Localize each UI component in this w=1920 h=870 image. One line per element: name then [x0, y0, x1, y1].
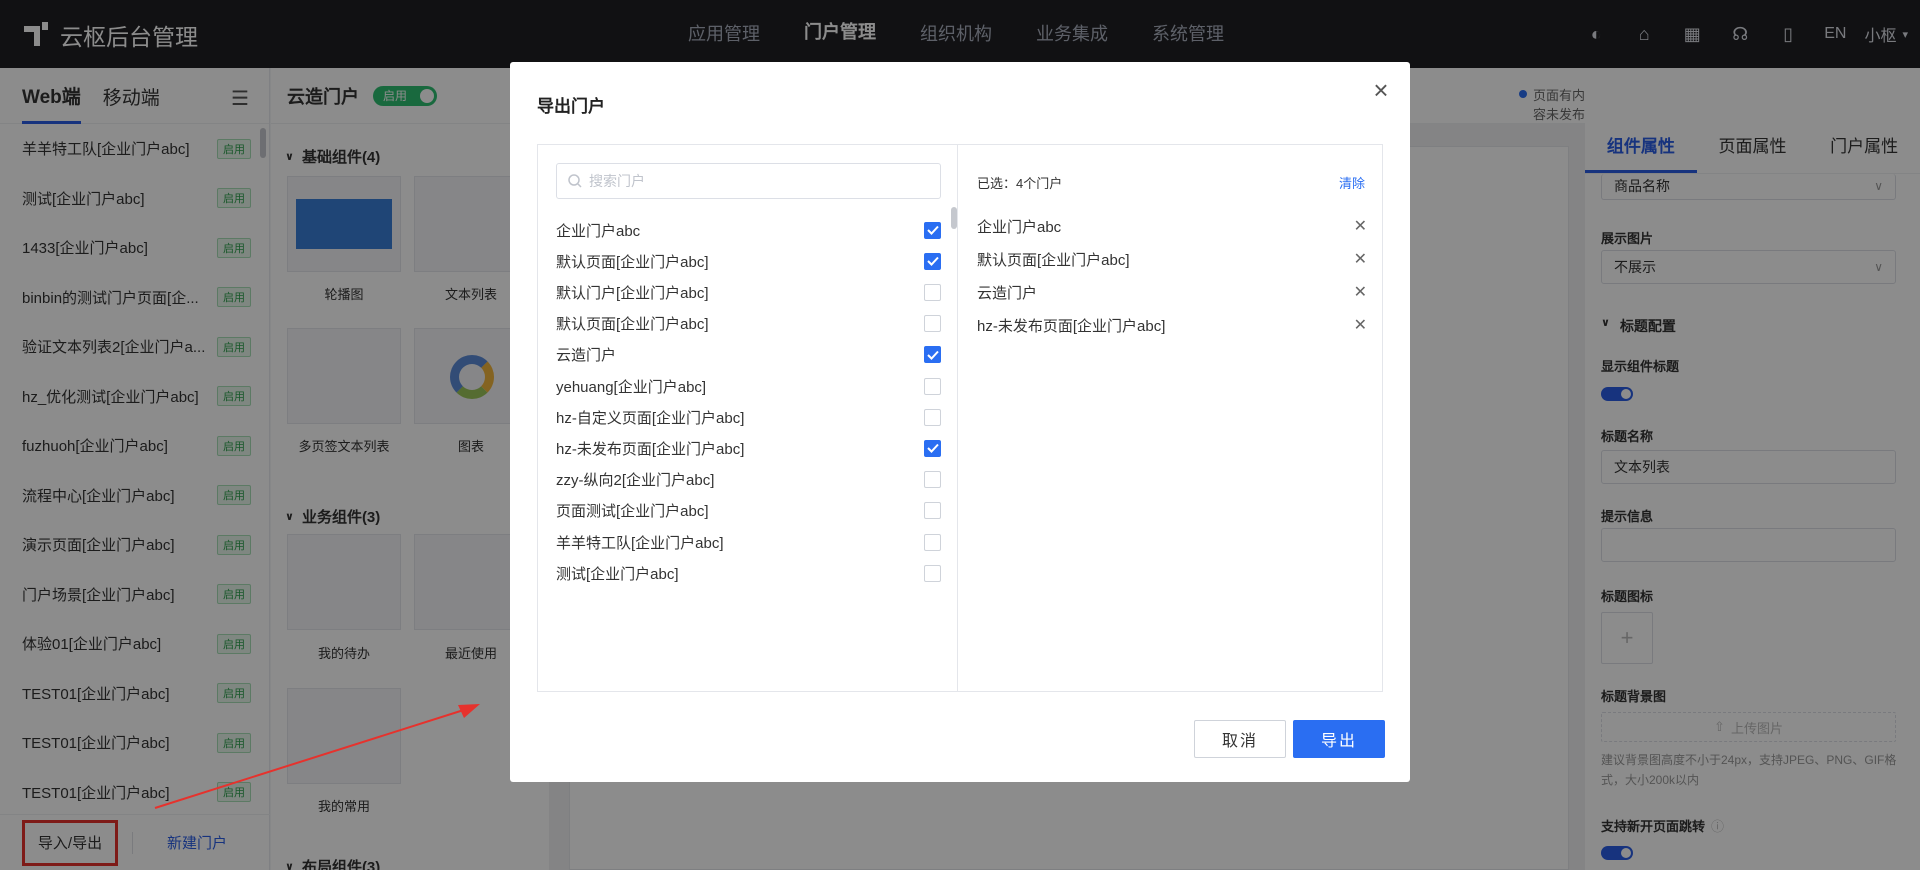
search-box[interactable] [556, 163, 941, 199]
portal-options-list: 企业门户abc 默认页面[企业门户abc] 默认门户[企业门户abc] 默认页面[企业… [538, 145, 958, 691]
checkbox[interactable] [924, 408, 941, 426]
check-icon [926, 350, 939, 360]
selected-item: 企业门户abc ✕ [977, 211, 1367, 241]
option-label: hz-自定义页面[企业门户abc] [556, 409, 745, 427]
portal-option[interactable]: hz-未发布页面[企业门户abc] [556, 433, 941, 463]
selected-label: hz-未发布页面[企业门户abc] [977, 317, 1166, 335]
option-label: 默认页面[企业门户abc] [556, 253, 709, 271]
portal-option[interactable]: 默认门户[企业门户abc] [556, 277, 941, 307]
checkbox[interactable] [924, 502, 941, 520]
check-icon [926, 257, 939, 267]
portal-option[interactable]: hz-自定义页面[企业门户abc] [556, 402, 941, 432]
checkbox[interactable] [924, 283, 941, 301]
portal-option[interactable]: yehuang[企业门户abc] [556, 371, 941, 401]
option-label: 默认页面[企业门户abc] [556, 316, 709, 334]
checkbox[interactable] [924, 471, 941, 489]
export-button[interactable]: 导出 [1293, 720, 1385, 758]
remove-icon[interactable]: ✕ [1354, 249, 1367, 269]
selected-label: 企业门户abc [977, 218, 1062, 236]
portal-option[interactable]: 羊羊特工队[企业门户abc] [556, 527, 941, 557]
dialog-title: 导出门户 [537, 97, 605, 116]
selected-item: hz-未发布页面[企业门户abc] ✕ [977, 310, 1367, 340]
checkbox[interactable] [924, 439, 941, 457]
search-icon [568, 174, 582, 188]
remove-icon[interactable]: ✕ [1354, 282, 1367, 302]
transfer-panel: 企业门户abc 默认页面[企业门户abc] 默认门户[企业门户abc] 默认页面[企业… [537, 144, 1383, 692]
portal-option[interactable]: 云造门户 [556, 340, 941, 370]
selected-label: 默认页面[企业门户abc] [977, 251, 1130, 269]
scrollbar[interactable] [951, 207, 957, 229]
option-label: yehuang[企业门户abc] [556, 378, 707, 396]
checkbox[interactable] [924, 564, 941, 582]
option-label: hz-未发布页面[企业门户abc] [556, 440, 745, 458]
portal-option[interactable]: zzy-纵向2[企业门户abc] [556, 465, 941, 495]
checkbox[interactable] [924, 346, 941, 364]
portal-option[interactable]: 测试[企业门户abc] [556, 558, 941, 588]
portal-option[interactable]: 默认页面[企业门户abc] [556, 246, 941, 276]
cancel-button[interactable]: 取消 [1194, 720, 1286, 758]
selected-list: 已选：4个门户 清除 企业门户abc ✕ 默认页面[企业门户abc] ✕ 云造门户 ✕ hz… [959, 145, 1383, 691]
remove-icon[interactable]: ✕ [1354, 216, 1367, 236]
check-icon [926, 225, 939, 235]
portal-option[interactable]: 页面测试[企业门户abc] [556, 496, 941, 526]
selected-label: 云造门户 [977, 284, 1038, 302]
selected-item: 默认页面[企业门户abc] ✕ [977, 244, 1367, 274]
remove-icon[interactable]: ✕ [1354, 315, 1367, 335]
checkbox[interactable] [924, 252, 941, 270]
portal-option[interactable]: 企业门户abc [556, 215, 941, 245]
clear-button[interactable]: 清除 [1339, 173, 1365, 192]
option-label: 羊羊特工队[企业门户abc] [556, 534, 724, 552]
check-icon [926, 444, 939, 454]
export-portal-dialog: 导出门户 × 企业门户abc 默认页面[企业门户abc] 默认门户[企业门户abc]… [510, 62, 1410, 782]
option-label: 企业门户abc [556, 222, 641, 240]
checkbox[interactable] [924, 533, 941, 551]
option-label: 云造门户 [556, 347, 617, 365]
option-label: 页面测试[企业门户abc] [556, 503, 709, 521]
selected-item: 云造门户 ✕ [977, 277, 1367, 307]
checkbox[interactable] [924, 221, 941, 239]
option-label: 测试[企业门户abc] [556, 565, 679, 583]
portal-option[interactable]: 默认页面[企业门户abc] [556, 309, 941, 339]
checkbox[interactable] [924, 377, 941, 395]
selected-count: 已选：4个门户 [977, 176, 1063, 191]
search-input[interactable] [589, 173, 919, 189]
checkbox[interactable] [924, 315, 941, 333]
option-label: 默认门户[企业门户abc] [556, 284, 709, 302]
close-icon[interactable]: × [1366, 76, 1396, 106]
option-label: zzy-纵向2[企业门户abc] [556, 472, 715, 490]
